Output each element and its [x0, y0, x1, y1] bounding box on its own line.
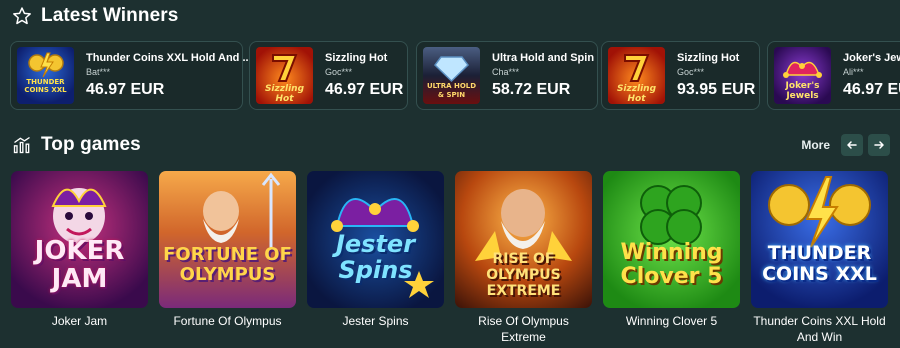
game-title[interactable]: Jester Spins — [307, 313, 444, 329]
winner-game-thumbnail[interactable]: Sizzling Hot — [608, 47, 665, 104]
winner-username: Cha*** — [492, 67, 520, 77]
arrow-left-icon — [847, 141, 857, 149]
chart-bars-icon — [13, 136, 30, 154]
winner-username: Bat*** — [86, 67, 111, 77]
game-thumb-logo: RISE OF OLYMPUS EXTREME — [486, 251, 561, 299]
game-thumbnail[interactable]: Winning Clover 5 — [603, 171, 740, 308]
zeus-art — [203, 172, 281, 251]
game-title[interactable]: Joker Jam — [11, 313, 148, 329]
game-title[interactable]: Thunder Coins XXL Hold And Win — [751, 313, 888, 345]
thunder-coins-art — [768, 176, 871, 248]
winner-amount: 46.97 EUR — [86, 81, 165, 98]
winner-card[interactable]: Sizzling Hot Sizzling Hot Goc*** 93.95 E… — [601, 41, 760, 110]
winner-amount: 93.95 EUR — [677, 81, 756, 98]
next-button[interactable] — [868, 134, 890, 156]
game-title[interactable]: Rise Of Olympus Extreme — [455, 313, 592, 345]
game-thumbnail[interactable]: THUNDER COINS XXL — [751, 171, 888, 308]
game-card[interactable]: THUNDER COINS XXL Thunder Coins XXL Hold… — [751, 171, 888, 345]
winner-username: Ali*** — [843, 67, 864, 77]
winner-game-thumbnail[interactable]: Joker's Jewels — [774, 47, 831, 104]
winner-thumb-label: THUNDER COINS XXL — [24, 78, 67, 94]
winner-username: Goc*** — [325, 67, 353, 77]
top-games-header: Top games — [12, 134, 141, 156]
winners-carousel: THUNDER COINS XXL Thunder Coins XXL Hold… — [10, 41, 900, 111]
top-games-list: JOKER JAM Joker Jam FORTUNE OF OLYMPUS F… — [11, 171, 891, 348]
winner-game-name: Sizzling Hot — [325, 52, 388, 64]
game-thumb-logo: Winning Clover 5 — [620, 240, 723, 289]
winner-thumb-label: Sizzling Hot — [264, 84, 305, 104]
game-title[interactable]: Fortune Of Olympus — [159, 313, 296, 329]
winner-game-thumbnail[interactable]: THUNDER COINS XXL — [17, 47, 74, 104]
game-card[interactable]: Jester Spins Jester Spins — [307, 171, 444, 329]
game-thumbnail[interactable]: JOKER JAM — [11, 171, 148, 308]
arrow-right-icon — [874, 141, 884, 149]
winner-game-name: Sizzling Hot — [677, 52, 740, 64]
winner-game-name: Ultra Hold and Spin — [492, 52, 595, 64]
game-thumbnail[interactable]: Jester Spins — [307, 171, 444, 308]
thunder-coins-thumb-art — [28, 52, 64, 78]
winner-card[interactable]: THUNDER COINS XXL Thunder Coins XXL Hold… — [10, 41, 252, 110]
game-thumb-logo: Jester Spins — [335, 230, 416, 284]
game-card[interactable]: Winning Clover 5 Winning Clover 5 — [603, 171, 740, 329]
game-thumb-logo: FORTUNE OF OLYMPUS — [163, 244, 292, 285]
winner-username: Goc*** — [677, 67, 705, 77]
winner-thumb-label: ULTRA HOLD & SPIN — [426, 82, 477, 99]
winner-card[interactable]: Sizzling Hot Sizzling Hot Goc*** 46.97 E… — [249, 41, 408, 110]
winner-thumb-label: Sizzling Hot — [616, 84, 657, 104]
game-thumb-logo: JOKER JAM — [34, 236, 125, 294]
game-thumbnail[interactable]: FORTUNE OF OLYMPUS — [159, 171, 296, 308]
latest-winners-header: Latest Winners — [12, 5, 178, 27]
game-card[interactable]: FORTUNE OF OLYMPUS Fortune Of Olympus — [159, 171, 296, 329]
winner-amount: 58.72 EUR — [492, 81, 571, 98]
game-card[interactable]: RISE OF OLYMPUS EXTREME Rise Of Olympus … — [455, 171, 592, 345]
star-outline-icon — [13, 7, 31, 25]
winner-game-name: Joker's Jewels — [843, 52, 900, 64]
more-link[interactable]: More — [801, 138, 830, 152]
game-title[interactable]: Winning Clover 5 — [603, 313, 740, 329]
game-thumb-logo: THUNDER COINS XXL — [762, 242, 877, 285]
latest-winners-title: Latest Winners — [41, 5, 179, 26]
top-games-title: Top games — [41, 134, 141, 155]
winner-card[interactable]: ULTRA HOLD & SPIN Ultra Hold and Spin Ch… — [416, 41, 598, 110]
game-thumbnail[interactable]: RISE OF OLYMPUS EXTREME — [455, 171, 592, 308]
top-games-controls: More — [801, 134, 890, 156]
game-card[interactable]: JOKER JAM Joker Jam — [11, 171, 148, 329]
winner-game-name: Thunder Coins XXL Hold And ... — [86, 52, 252, 64]
winner-game-thumbnail[interactable]: Sizzling Hot — [256, 47, 313, 104]
winner-game-thumbnail[interactable]: ULTRA HOLD & SPIN — [423, 47, 480, 104]
winner-amount: 46.97 EUR — [325, 81, 404, 98]
prev-button[interactable] — [841, 134, 863, 156]
winner-thumb-label: Joker's Jewels — [785, 81, 820, 101]
winner-card[interactable]: Joker's Jewels Joker's Jewels Ali*** 46.… — [767, 41, 900, 110]
winner-amount: 46.97 EUR — [843, 81, 900, 98]
